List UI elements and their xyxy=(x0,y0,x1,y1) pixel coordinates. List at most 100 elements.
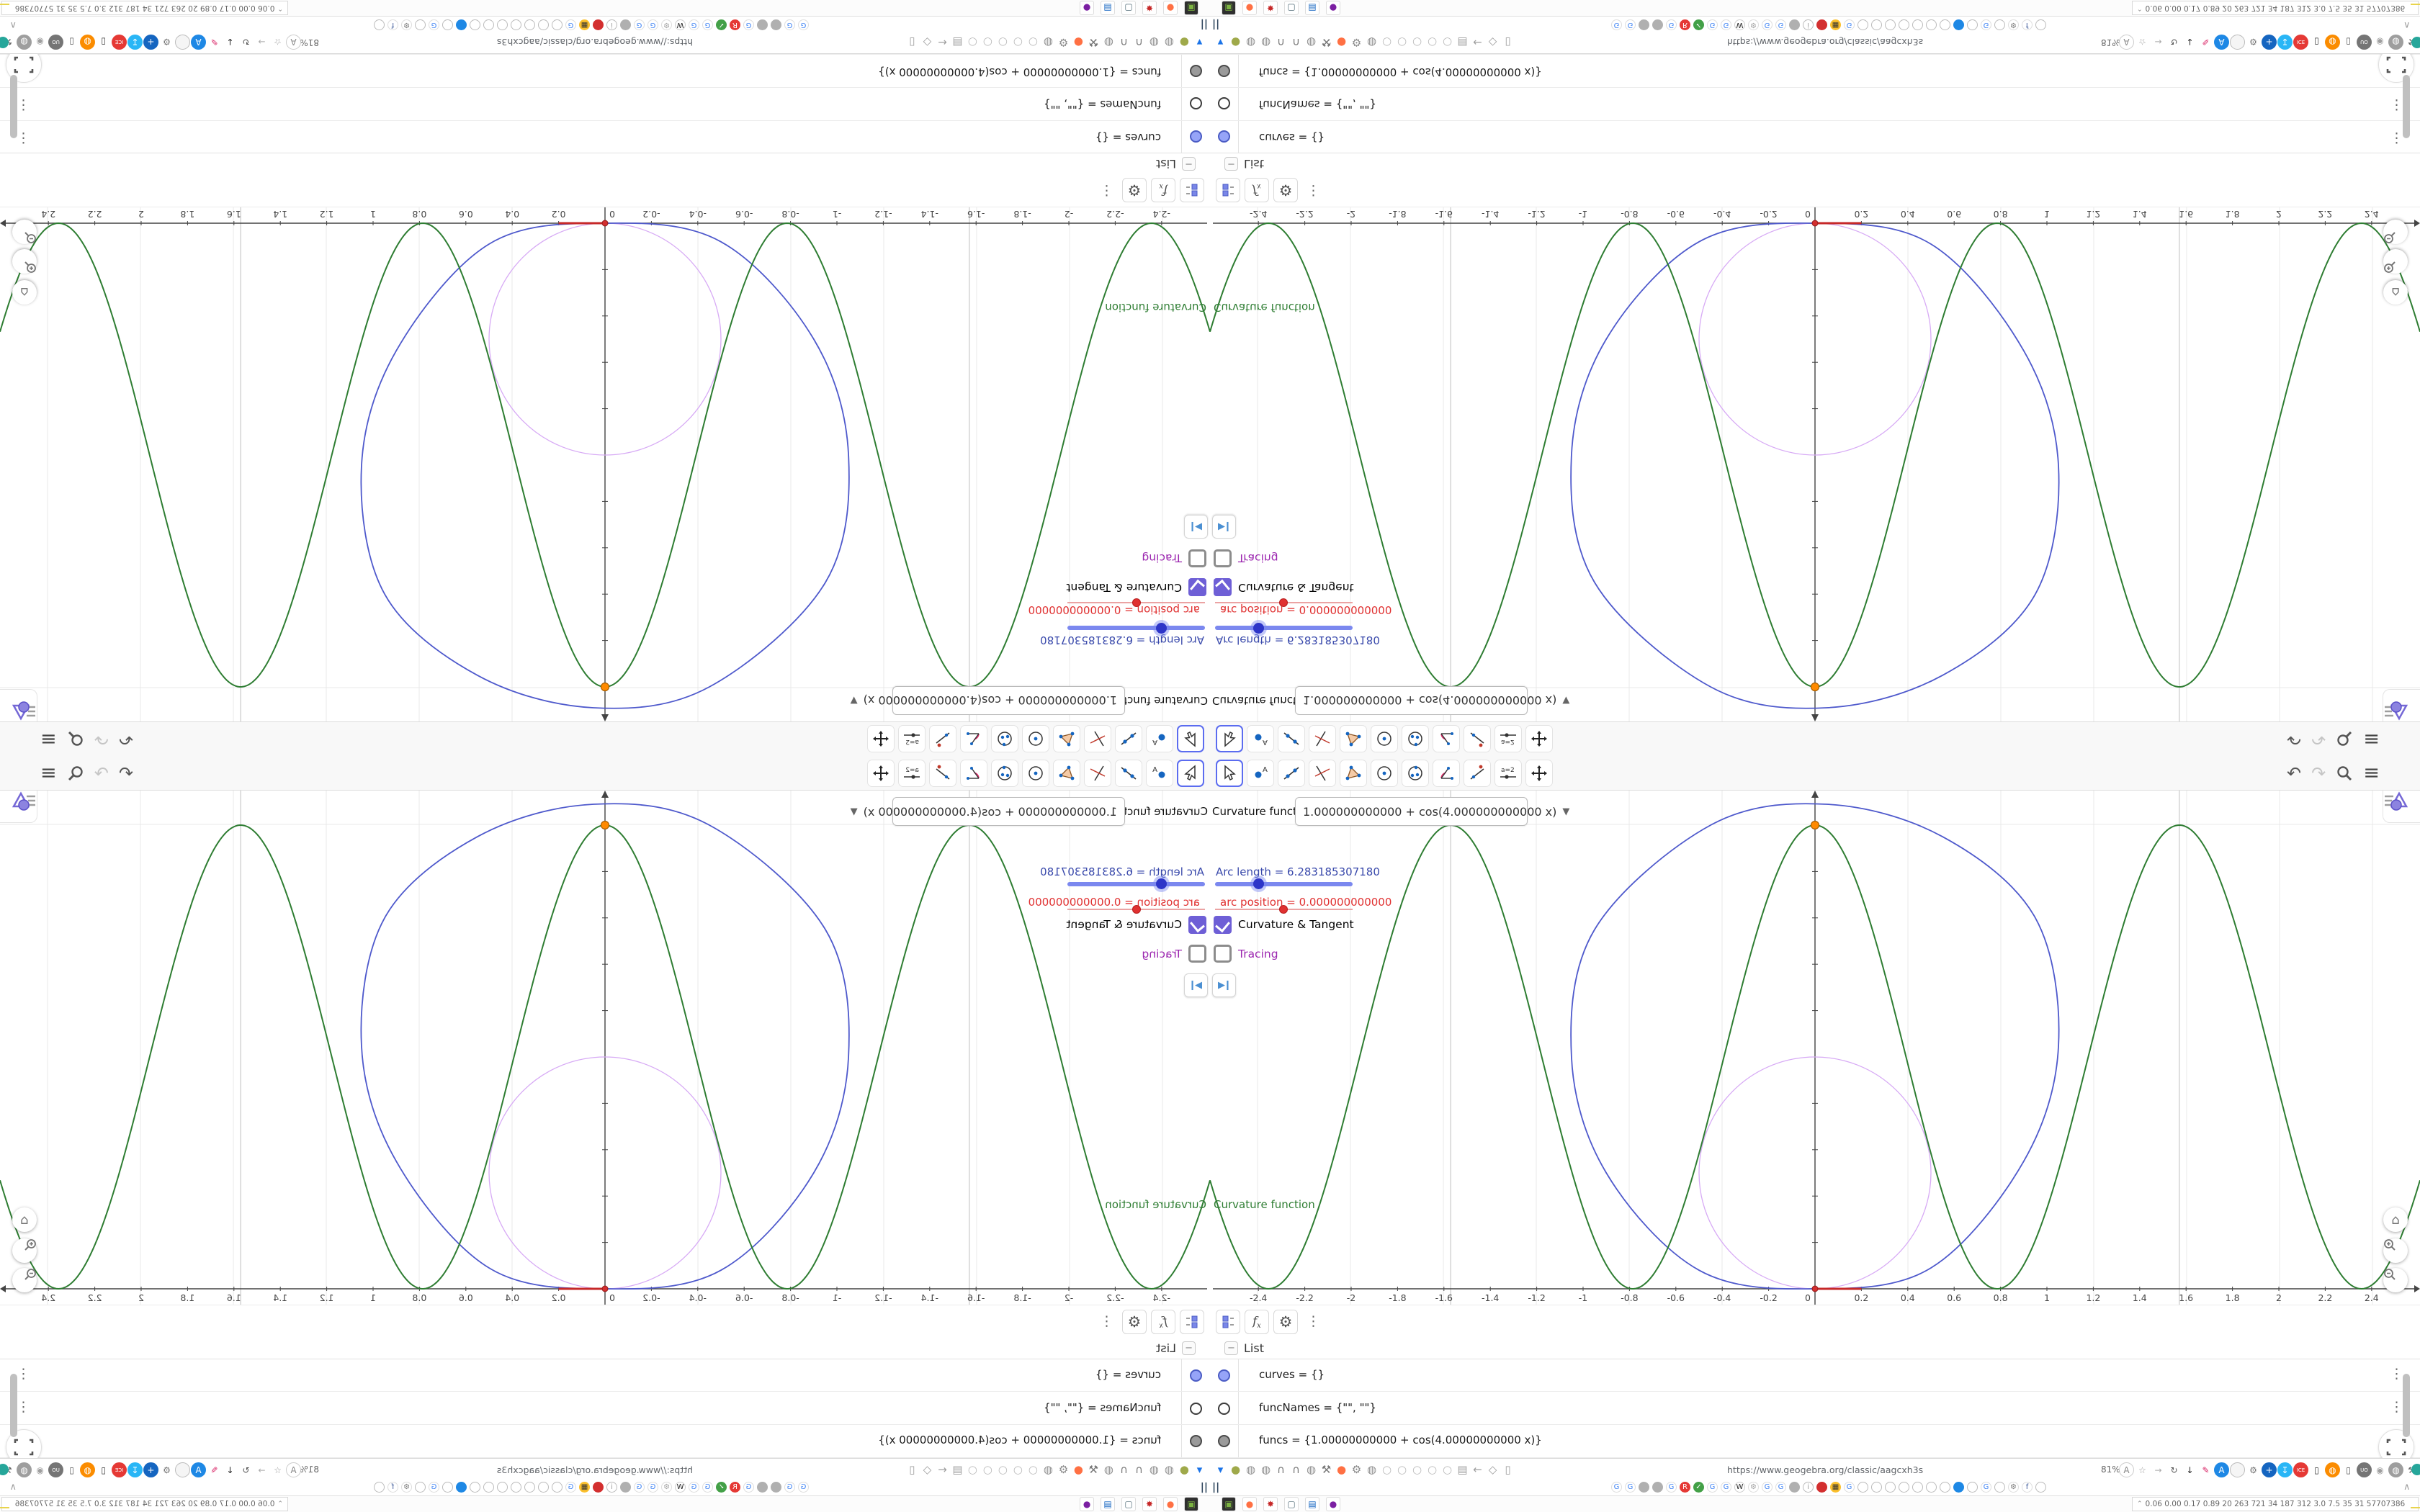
tab-favicon[interactable] xyxy=(511,1482,521,1493)
pinned-app-icon[interactable]: ▢ xyxy=(1284,1497,1299,1511)
extension-icon[interactable]: ICE xyxy=(2293,1462,2308,1477)
extension-icon[interactable]: ↻ xyxy=(2166,1462,2182,1477)
tab-favicon[interactable] xyxy=(1953,1482,1964,1493)
arc-start-point[interactable] xyxy=(600,820,610,830)
extension-icon[interactable] xyxy=(2230,1462,2245,1477)
browser-left-icon[interactable]: ▾ xyxy=(1213,36,1228,49)
tab-favicon[interactable] xyxy=(1789,1482,1800,1493)
collapse-button[interactable]: − xyxy=(1182,1341,1196,1355)
tab-favicon[interactable]: G xyxy=(689,1482,699,1493)
browser-left-icon[interactable]: ▯ xyxy=(905,36,920,49)
extension-icon[interactable]: ↧ xyxy=(127,35,143,50)
tab-favicon[interactable]: G xyxy=(702,1482,713,1493)
arc-position-point[interactable] xyxy=(601,220,609,227)
visibility-marble-gray[interactable] xyxy=(1190,65,1202,77)
browser-left-icon[interactable]: ◇ xyxy=(920,1463,935,1476)
tool-move-graphics-view[interactable] xyxy=(867,760,895,787)
tab-favicon[interactable]: G xyxy=(429,1482,439,1493)
browser-left-icon[interactable]: ◍ xyxy=(1364,36,1379,49)
browser-left-icon[interactable]: ◍ xyxy=(1243,1463,1258,1476)
arc-length-slider-handle[interactable] xyxy=(1250,620,1267,636)
browser-left-icon[interactable]: ○ xyxy=(995,36,1010,49)
list-row-funcnames[interactable]: funcNames = {"", ""} ⋮ xyxy=(1210,87,2420,120)
pinned-app-icon[interactable]: ● xyxy=(1163,1497,1178,1511)
arc-length-slider-handle[interactable] xyxy=(1153,620,1170,636)
extension-icon[interactable]: ✎ xyxy=(207,1462,222,1477)
tab-favicon[interactable]: G xyxy=(1666,1482,1677,1493)
tab-favicon[interactable]: ⚙ xyxy=(661,1482,672,1493)
curvature-tangent-checkbox[interactable] xyxy=(1214,916,1232,934)
tab-favicon[interactable] xyxy=(1816,19,1827,30)
extension-icon[interactable]: + xyxy=(2262,35,2277,50)
row-kebab-icon[interactable]: ⋮ xyxy=(2390,98,2403,114)
pinned-app-icon[interactable]: ● xyxy=(1080,1,1094,15)
tab-favicon[interactable]: i xyxy=(1803,1482,1814,1493)
extension-icon[interactable]: A xyxy=(191,1462,206,1477)
extension-icon[interactable]: → xyxy=(254,35,269,50)
pinned-app-icon[interactable]: ✸ xyxy=(1263,1497,1278,1511)
browser-left-icon[interactable]: ◍ xyxy=(1041,36,1056,49)
home-view-button[interactable]: ⌂ xyxy=(12,280,37,305)
extension-icon[interactable]: → xyxy=(2151,35,2166,50)
browser-left-icon[interactable]: ▾ xyxy=(1192,1463,1207,1476)
tool-perpendicular-line[interactable] xyxy=(1309,760,1336,787)
tab-favicon[interactable]: W xyxy=(675,1482,686,1493)
tab-favicon[interactable]: ⚙ xyxy=(401,19,412,30)
tab-favicon[interactable] xyxy=(593,1482,604,1493)
tab-favicon[interactable] xyxy=(456,1482,467,1493)
extension-icon[interactable]: ◍ xyxy=(17,35,32,50)
tab-favicon[interactable] xyxy=(1994,19,2005,30)
browser-left-icon[interactable]: ⚒ xyxy=(1319,1463,1334,1476)
extension-icon[interactable]: UO xyxy=(2357,35,2372,50)
browser-left-icon[interactable]: ⚙ xyxy=(1056,36,1071,49)
visibility-marble-gray[interactable] xyxy=(1218,65,1230,77)
pinned-app-icon[interactable]: ▢ xyxy=(1121,1497,1136,1511)
browser-left-icon[interactable]: ∩ xyxy=(1273,1463,1289,1476)
tab-favicon[interactable] xyxy=(1652,19,1663,30)
tab-favicon[interactable]: G xyxy=(1625,19,1636,30)
tab-favicon[interactable]: ✓ xyxy=(716,1482,727,1493)
browser-left-icon[interactable]: ● xyxy=(1228,36,1243,49)
zoom-out-button[interactable] xyxy=(2383,220,2408,244)
arc-position-slider-handle[interactable] xyxy=(1279,905,1288,914)
tool-circle-center-point[interactable] xyxy=(1371,725,1398,752)
browser-left-icon[interactable]: ● xyxy=(1228,1463,1243,1476)
graphics-stylebar-toggle[interactable] xyxy=(0,791,37,823)
stylebar-kebab-icon[interactable]: ⋮ xyxy=(1307,183,1320,199)
tool-point[interactable]: A xyxy=(1247,760,1274,787)
tab-favicon[interactable] xyxy=(524,1482,535,1493)
visibility-marble-gray[interactable] xyxy=(1190,1435,1202,1447)
pinned-app-icon[interactable]: ✸ xyxy=(1142,1,1157,15)
browser-left-icon[interactable]: ◍ xyxy=(1364,1463,1379,1476)
row-kebab-icon[interactable]: ⋮ xyxy=(2390,130,2403,146)
sidebar-toggle-icon[interactable] xyxy=(2411,1464,2420,1475)
extension-icon[interactable]: UO xyxy=(48,35,63,50)
tool-angle[interactable] xyxy=(960,760,987,787)
tab-favicon[interactable] xyxy=(1639,19,1649,30)
extension-icon[interactable] xyxy=(175,1462,190,1477)
pinned-app-icon[interactable]: ▤ xyxy=(1101,1497,1115,1511)
browser-left-icon[interactable]: ◍ xyxy=(1101,36,1116,49)
browser-left-icon[interactable]: ○ xyxy=(1394,36,1410,49)
extension-icon[interactable]: A xyxy=(2214,1462,2229,1477)
tab-favicon[interactable] xyxy=(1857,1482,1868,1493)
pause-icon[interactable]: || xyxy=(1212,19,1219,30)
browser-left-icon[interactable]: ⚙ xyxy=(1056,1463,1071,1476)
extension-icon[interactable]: + xyxy=(143,35,158,50)
pinned-app-icon[interactable]: ▣ xyxy=(1222,1,1236,15)
undo-icon[interactable]: ↶ xyxy=(2287,762,2301,784)
settings-button[interactable]: ⚙ xyxy=(1273,178,1298,202)
search-icon[interactable] xyxy=(2336,765,2353,782)
pinned-app-icon[interactable]: ▤ xyxy=(1101,1,1115,15)
list-row-curves[interactable]: curves = {} ⋮ xyxy=(1210,120,2420,153)
extension-icon[interactable]: ▯ xyxy=(64,35,79,50)
browser-scrollbar-thumb[interactable] xyxy=(10,1374,17,1437)
pinned-app-icon[interactable]: ▢ xyxy=(1121,1,1136,15)
arc-length-slider[interactable] xyxy=(1067,882,1205,886)
arc-length-slider[interactable] xyxy=(1067,626,1205,630)
chevron-up-icon[interactable]: ∧ xyxy=(9,1482,17,1493)
tab-favicon[interactable]: G xyxy=(784,19,795,30)
list-row-curves[interactable]: curves = {} ⋮ xyxy=(0,1359,1210,1392)
graphics-stylebar-toggle[interactable] xyxy=(2383,791,2420,823)
list-row-funcs[interactable]: funcs = {1.00000000000 + cos(4.000000000… xyxy=(0,54,1210,87)
